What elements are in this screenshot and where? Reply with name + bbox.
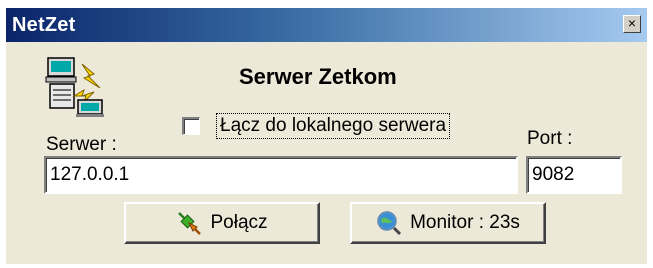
port-input[interactable] bbox=[526, 156, 622, 194]
connect-button[interactable]: Połącz bbox=[124, 202, 320, 244]
close-icon: × bbox=[627, 15, 637, 31]
server-address-input[interactable] bbox=[44, 156, 518, 194]
local-server-checkbox-label[interactable]: Łącz do lokalnego serwera bbox=[215, 113, 451, 139]
port-label: Port : bbox=[527, 128, 573, 149]
local-server-checkbox[interactable] bbox=[182, 117, 200, 135]
close-button[interactable]: × bbox=[623, 15, 641, 33]
connect-button-label: Połącz bbox=[210, 212, 268, 233]
netzet-window: NetZet × Serwer Zetkom Łącz do lokalnego… bbox=[0, 0, 653, 268]
title-bar[interactable]: NetZet × bbox=[6, 8, 647, 42]
server-label: Serwer : bbox=[46, 134, 117, 155]
local-server-option[interactable]: Łącz do lokalnego serwera bbox=[182, 113, 451, 139]
window-title: NetZet bbox=[12, 14, 76, 36]
app-heading: Serwer Zetkom bbox=[239, 64, 397, 89]
plug-connect-icon bbox=[178, 212, 202, 235]
monitor-button[interactable]: Monitor : 23s bbox=[350, 202, 546, 244]
monitor-button-label: Monitor : 23s bbox=[410, 212, 520, 233]
globe-magnifier-icon bbox=[377, 211, 402, 236]
network-computers-icon bbox=[45, 57, 104, 117]
dialog-body: Serwer Zetkom Łącz do lokalnego serwera … bbox=[6, 42, 647, 264]
